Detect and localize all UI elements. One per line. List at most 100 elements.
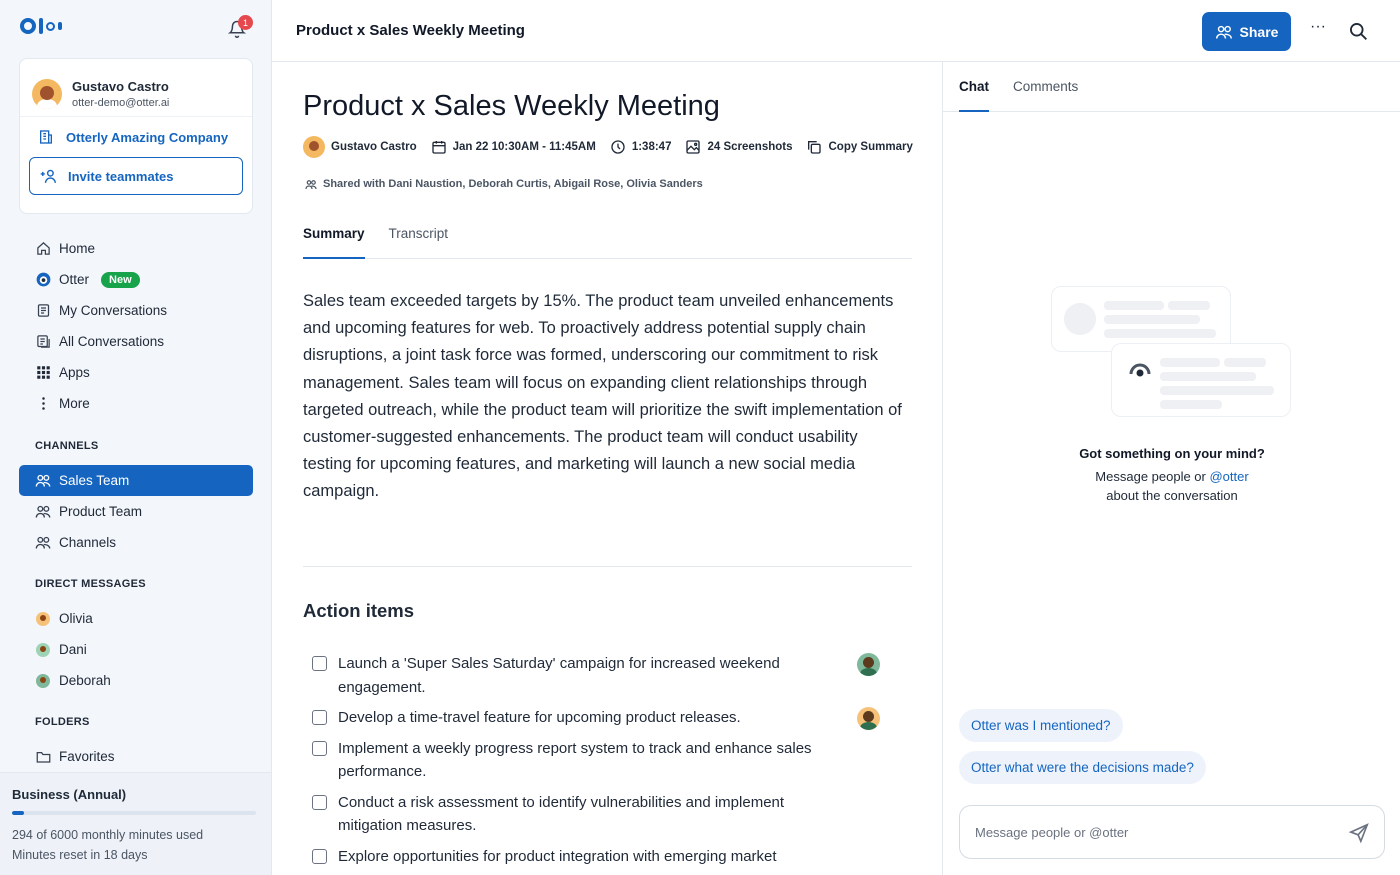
add-user-icon (40, 169, 56, 183)
copy-summary-button[interactable]: Copy Summary (806, 139, 913, 155)
action-item-text: Explore opportunities for product integr… (338, 847, 777, 865)
meeting-date: Jan 22 10:30AM - 11:45AM (431, 139, 596, 155)
chat-panel: Chat Comments Got something on your mind… (942, 62, 1400, 875)
user-name: Gustavo Castro (72, 78, 169, 94)
dm-label: Dani (59, 642, 87, 657)
meeting-meta: Gustavo Castro Jan 22 10:30AM - 11:45AM … (303, 136, 919, 158)
duration-text: 1:38:47 (631, 141, 672, 153)
page-title: Product x Sales Weekly Meeting (296, 22, 525, 39)
channels-list: Sales Team Product Team Channels (19, 465, 253, 558)
more-vertical-icon (35, 396, 51, 412)
dm-item-deborah[interactable]: Deborah (19, 665, 253, 696)
message-box (959, 805, 1385, 859)
dm-item-olivia[interactable]: Olivia (19, 603, 253, 634)
avatar (36, 642, 50, 657)
assignee-avatar[interactable] (857, 707, 880, 730)
minutes-used: 294 of 6000 monthly minutes used (12, 828, 204, 842)
nav-item-all-conversations[interactable]: All Conversations (19, 326, 253, 357)
more-options-button[interactable]: ··· (1310, 18, 1326, 36)
avatar (303, 136, 325, 158)
user-card: Gustavo Castro otter-demo@otter.ai Otter… (19, 58, 253, 214)
action-item-checkbox[interactable] (312, 740, 327, 756)
action-item: Launch a 'Super Sales Saturday' campaign… (312, 652, 892, 699)
channel-item-product-team[interactable]: Product Team (19, 496, 253, 527)
nav-label: Otter (59, 272, 90, 287)
assignee-avatar[interactable] (857, 653, 880, 676)
tab-chat[interactable]: Chat (959, 62, 989, 112)
notification-badge: 1 (238, 15, 253, 30)
nav-label: My Conversations (59, 303, 168, 318)
channel-label: Product Team (59, 504, 143, 519)
invite-teammates-button[interactable]: Invite teammates (29, 157, 243, 195)
folder-item-favorites[interactable]: Favorites (19, 741, 253, 772)
suggestion-chip[interactable]: Otter was I mentioned? (959, 709, 1123, 742)
divider (303, 566, 912, 567)
channel-item-channels[interactable]: Channels (19, 527, 253, 558)
tab-summary[interactable]: Summary (303, 214, 365, 259)
summary-text: Sales team exceeded targets by 15%. The … (303, 292, 902, 501)
share-button[interactable]: Share (1202, 12, 1291, 51)
dm-list: Olivia Dani Deborah (19, 603, 253, 696)
conversation-main: Product x Sales Weekly Meeting Gustavo C… (272, 62, 942, 875)
date-text: Jan 22 10:30AM - 11:45AM (452, 141, 596, 153)
action-item-checkbox[interactable] (312, 710, 327, 725)
action-item: Conduct a risk assessment to identify vu… (312, 791, 892, 838)
message-input[interactable] (975, 824, 1335, 840)
action-item: Implement a weekly progress report syste… (312, 737, 892, 784)
group-icon (35, 504, 51, 520)
send-icon[interactable] (1348, 822, 1370, 844)
chat-prompt-subtext: about the conversation (1106, 488, 1238, 503)
user-email: otter-demo@otter.ai (72, 96, 170, 109)
search-icon[interactable] (1348, 21, 1368, 41)
channel-item-sales-team[interactable]: Sales Team (19, 465, 253, 496)
usage-progress-bar (12, 811, 256, 815)
action-item-checkbox[interactable] (312, 848, 327, 864)
chat-empty-prompt: Got something on your mind? Message peop… (943, 446, 1400, 505)
company-link[interactable]: Otterly Amazing Company (20, 117, 252, 157)
otter-icon (35, 272, 51, 288)
grid-icon (35, 365, 51, 381)
nav-item-more[interactable]: More (19, 388, 253, 419)
direct-messages-title: DIRECT MESSAGES (35, 578, 146, 590)
action-item-checkbox[interactable] (312, 794, 327, 810)
new-badge: New (101, 271, 140, 288)
action-item-text: Develop a time-travel feature for upcomi… (338, 709, 741, 726)
image-icon (686, 140, 701, 154)
action-items-list: Launch a 'Super Sales Saturday' campaign… (312, 652, 892, 875)
meeting-owner[interactable]: Gustavo Castro (303, 136, 417, 158)
nav-item-my-conversations[interactable]: My Conversations (19, 295, 253, 326)
building-icon (40, 130, 52, 144)
top-bar: Product x Sales Weekly Meeting Share ··· (272, 0, 1400, 62)
people-icon (1215, 25, 1232, 39)
folders-title: FOLDERS (35, 716, 90, 728)
otter-mention: @otter (1209, 469, 1249, 484)
dm-item-dani[interactable]: Dani (19, 634, 253, 665)
share-label: Share (1239, 23, 1279, 40)
nav-item-home[interactable]: Home (19, 233, 253, 264)
meeting-duration: 1:38:47 (610, 139, 672, 155)
channel-label: Channels (59, 535, 117, 550)
shared-with[interactable]: Shared with Dani Naustion, Deborah Curti… (305, 178, 703, 190)
nav-label: Home (59, 241, 96, 256)
plan-usage: Business (Annual) 294 of 6000 monthly mi… (0, 772, 271, 875)
action-items-title: Action items (303, 600, 415, 621)
channel-label: Sales Team (59, 473, 130, 488)
usage-progress-fill (12, 811, 24, 815)
otter-logo[interactable] (20, 18, 62, 34)
action-item-text: Launch a 'Super Sales Saturday' campaign… (338, 655, 780, 696)
nav-item-otter[interactable]: Otter New (19, 264, 253, 295)
avatar (32, 78, 62, 109)
screenshots-link[interactable]: 24 Screenshots (685, 139, 792, 155)
action-item-text: Conduct a risk assessment to identify vu… (338, 793, 785, 835)
nav-item-apps[interactable]: Apps (19, 357, 253, 388)
tab-transcript[interactable]: Transcript (389, 214, 449, 259)
group-icon (35, 473, 51, 489)
conversation-tabs: Summary Transcript (303, 214, 912, 259)
avatar (36, 611, 50, 626)
tab-comments[interactable]: Comments (1013, 62, 1078, 112)
user-profile[interactable]: Gustavo Castro otter-demo@otter.ai (20, 59, 252, 117)
dm-label: Deborah (59, 673, 111, 688)
minutes-reset: Minutes reset in 18 days (12, 848, 148, 862)
suggestion-chip[interactable]: Otter what were the decisions made? (959, 751, 1206, 784)
action-item-checkbox[interactable] (312, 656, 327, 671)
